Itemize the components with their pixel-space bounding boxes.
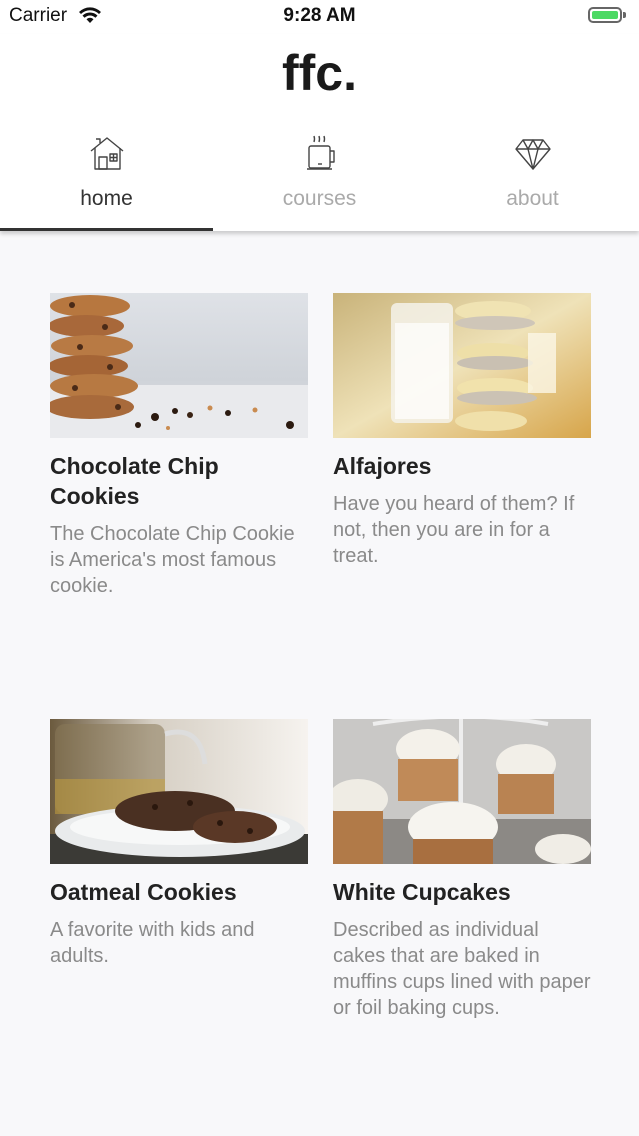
white-cupcakes-image <box>333 719 591 864</box>
oatmeal-cookies-image <box>50 719 308 864</box>
status-bar: Carrier 9:28 AM <box>0 0 639 34</box>
coffee-cup-icon <box>306 135 335 170</box>
diamond-icon <box>514 139 551 170</box>
tab-home-label: home <box>80 187 133 210</box>
app-logo: ffc. <box>282 45 357 101</box>
card-title: White Cupcakes <box>333 879 511 905</box>
tab-about-label: about <box>506 187 559 210</box>
chocolate-chip-cookies-image <box>50 293 308 438</box>
battery-level <box>592 11 618 19</box>
card-description: Have you heard of them? If not, then you… <box>333 493 575 567</box>
tab-courses-label: courses <box>282 187 357 210</box>
tab-bar: home courses about <box>0 124 639 231</box>
active-tab-indicator <box>0 228 213 231</box>
card-description: Described as individual cakes that are b… <box>333 919 591 1019</box>
card-title: Alfajores <box>333 453 432 479</box>
house-icon <box>90 137 123 170</box>
card-title: Chocolate Chip Cookies <box>50 453 219 509</box>
alfajores-image <box>333 293 591 438</box>
tab-courses[interactable]: courses <box>213 124 426 231</box>
tab-about[interactable]: about <box>426 124 639 231</box>
card-title: Oatmeal Cookies <box>50 879 237 905</box>
app-header: ffc. home courses about <box>0 34 639 231</box>
status-time: 9:28 AM <box>283 5 356 26</box>
battery-icon <box>588 7 622 23</box>
card-description: The Chocolate Chip Cookie is America's m… <box>50 523 295 597</box>
card-description: A favorite with kids and adults. <box>50 919 255 967</box>
battery-cap <box>623 12 626 18</box>
tab-home[interactable]: home <box>0 124 213 231</box>
